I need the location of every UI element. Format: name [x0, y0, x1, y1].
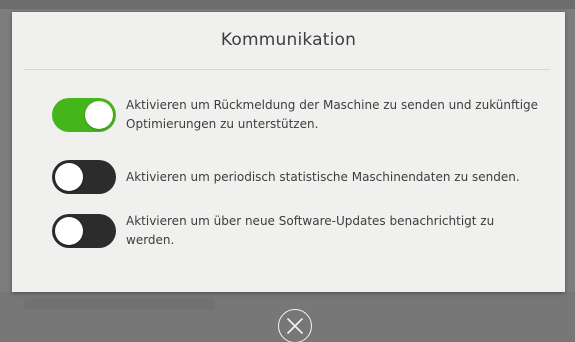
close-button[interactable] [278, 309, 312, 342]
close-icon [287, 318, 303, 334]
toggle-knob [55, 163, 83, 191]
toggle-updates[interactable] [52, 214, 116, 248]
toggle-statistics[interactable] [52, 160, 116, 194]
toggle-knob [85, 101, 113, 129]
background-top-strip [0, 0, 575, 9]
option-feedback-label: Aktivieren um Rückmeldung der Maschine z… [126, 98, 539, 131]
option-statistics: Aktivieren um periodisch statistische Ma… [52, 160, 552, 194]
option-updates: Aktivieren um über neue Software-Updates… [52, 212, 552, 250]
toggle-knob [55, 217, 83, 245]
dialog-title: Kommunikation [220, 30, 357, 50]
option-statistics-label: Aktivieren um periodisch statistische Ma… [126, 169, 520, 184]
option-feedback: Aktivieren um Rückmeldung der Maschine z… [52, 96, 552, 134]
background-dimmed-content [24, 298, 214, 310]
title-divider [24, 69, 550, 70]
option-updates-label: Aktivieren um über neue Software-Updates… [126, 214, 495, 247]
communication-dialog: Kommunikation Aktivieren um Rückmeldung … [12, 12, 565, 292]
toggle-feedback[interactable] [52, 98, 116, 132]
